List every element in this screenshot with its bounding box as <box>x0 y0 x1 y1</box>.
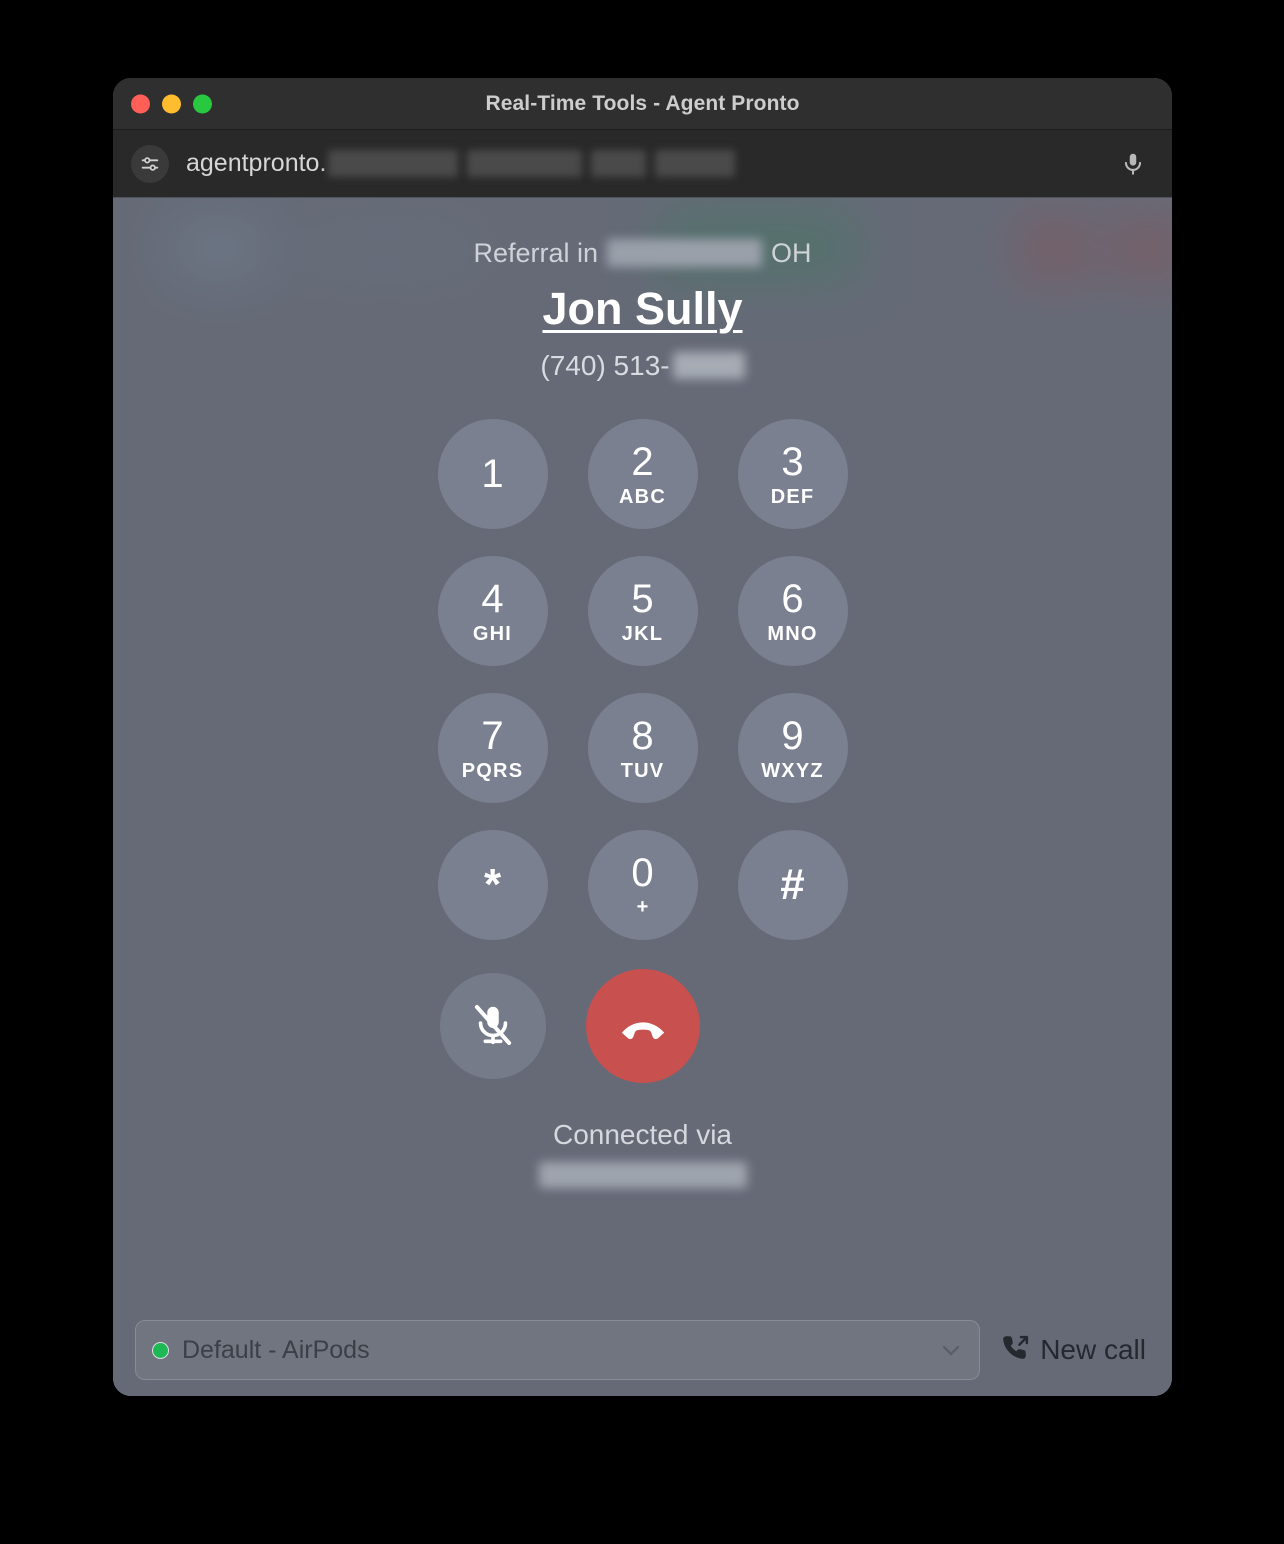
dialpad-key-6[interactable]: 6 MNO <box>737 556 848 666</box>
dialpad-key-letters: DEF <box>770 485 815 508</box>
phone-outgoing-icon <box>1000 1334 1030 1367</box>
referral-prefix: Referral in <box>473 237 599 268</box>
audio-device-label: Default - AirPods <box>182 1335 370 1364</box>
bottom-toolbar: Default - AirPods New call <box>113 1304 1172 1396</box>
audio-device-select[interactable]: Default - AirPods <box>135 1320 981 1380</box>
new-call-button[interactable]: New call <box>994 1330 1152 1371</box>
dialpad-key-digit: # <box>780 860 805 909</box>
window-title: Real-Time Tools - Agent Pronto <box>485 91 800 115</box>
dialpad-key-letters: ABC <box>619 485 666 508</box>
new-call-label: New call <box>1040 1334 1146 1365</box>
url-redacted-block <box>328 150 736 177</box>
chevron-down-icon <box>937 1336 965 1364</box>
phone-hangup-icon <box>616 998 670 1055</box>
dialpad-key-star[interactable]: * <box>437 830 548 940</box>
screenshot-root: Real-Time Tools - Agent Pronto agentpron… <box>0 0 1284 1544</box>
microphone-icon[interactable] <box>1116 147 1150 181</box>
dialpad-key-digit: 9 <box>781 713 804 758</box>
contact-phone-number: (740) 513- <box>540 348 745 383</box>
dialpad-key-letters: PQRS <box>461 759 524 782</box>
dialpad-key-digit: 0 <box>631 851 654 895</box>
phone-visible-digits: (740) 513- <box>540 349 670 381</box>
dialpad-key-2[interactable]: 2 ABC <box>587 419 698 529</box>
contact-name-link[interactable]: Jon Sully <box>542 283 742 335</box>
dialpad-grid: 1 2 ABC 3 DEF 4 GHI 5 JKL 6 MNO 7 PQRS 8… <box>418 419 868 967</box>
browser-window: Real-Time Tools - Agent Pronto agentpron… <box>113 78 1172 1396</box>
dialpad-key-letters: MNO <box>767 622 818 645</box>
dialpad-key-4[interactable]: 4 GHI <box>437 556 548 666</box>
connected-label: Connected via <box>552 1119 732 1150</box>
referral-location: Referral in OH <box>473 236 811 270</box>
dialpad-key-letters: JKL <box>621 622 664 645</box>
mute-button[interactable] <box>439 973 546 1079</box>
url-display[interactable]: agentpronto. <box>186 149 736 178</box>
referral-state: OH <box>771 237 812 268</box>
dialpad-key-digit: 4 <box>481 576 504 621</box>
dialpad-key-letters: GHI <box>472 622 513 645</box>
window-titlebar: Real-Time Tools - Agent Pronto <box>113 78 1172 130</box>
dialpad-key-digit: 5 <box>631 576 654 621</box>
dialpad-key-9[interactable]: 9 WXYZ <box>737 693 848 803</box>
dialer-panel: Referral in OH Jon Sully (740) 513- 1 2 <box>113 198 1172 1188</box>
dialpad-key-digit: 1 <box>481 452 504 496</box>
dialpad-key-plus: + <box>636 896 649 918</box>
dialpad-key-7[interactable]: 7 PQRS <box>437 693 548 803</box>
dialpad-key-3[interactable]: 3 DEF <box>737 419 848 529</box>
dialpad-key-letters: TUV <box>620 759 665 782</box>
browser-urlbar[interactable]: agentpronto. <box>113 130 1172 198</box>
dialpad-key-digit: * <box>483 860 502 909</box>
dialpad-key-digit: 3 <box>781 439 804 484</box>
zoom-button[interactable] <box>193 94 212 113</box>
microphone-off-icon <box>470 1002 516 1051</box>
dialpad-key-0[interactable]: 0 + <box>587 830 698 940</box>
device-status-dot <box>152 1341 169 1359</box>
dialpad-key-8[interactable]: 8 TUV <box>587 693 698 803</box>
dialpad-key-1[interactable]: 1 <box>437 419 548 529</box>
call-controls <box>418 969 868 1083</box>
dialpad-key-digit: 2 <box>631 439 654 484</box>
url-visible-text: agentpronto. <box>186 149 327 177</box>
close-button[interactable] <box>131 94 150 113</box>
connected-status: Connected via <box>538 1119 747 1188</box>
minimize-button[interactable] <box>162 94 181 113</box>
hangup-button[interactable] <box>585 969 700 1083</box>
dialpad-key-digit: 6 <box>781 576 804 621</box>
dialpad-key-digit: 7 <box>481 713 504 758</box>
dialpad-key-5[interactable]: 5 JKL <box>587 556 698 666</box>
dialpad-key-letters: WXYZ <box>761 759 824 782</box>
connected-via-redacted <box>538 1162 747 1188</box>
phone-redacted-digits <box>672 352 745 379</box>
dialpad-key-digit: 8 <box>631 713 654 758</box>
sliders-icon[interactable] <box>131 144 169 183</box>
page-content: Referral in OH Jon Sully (740) 513- 1 2 <box>113 198 1172 1396</box>
traffic-lights <box>131 94 212 113</box>
referral-city-redacted <box>607 239 763 267</box>
dialpad-key-hash[interactable]: # <box>737 830 848 940</box>
